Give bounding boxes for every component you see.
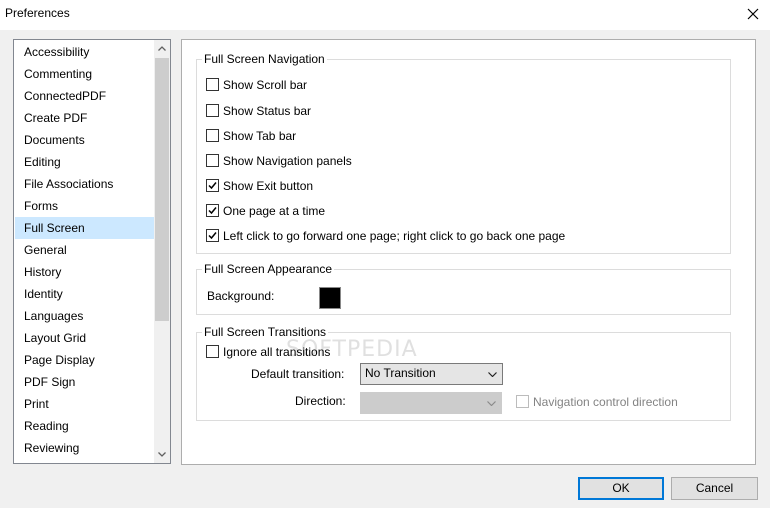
background-color-swatch[interactable]: [319, 287, 341, 309]
checkbox-box[interactable]: [206, 204, 219, 217]
sidebar-item-layout-grid[interactable]: Layout Grid: [15, 327, 155, 349]
scrollbar-thumb[interactable]: [155, 58, 169, 321]
checkbox-box[interactable]: [516, 395, 529, 408]
checkbox-box[interactable]: [206, 129, 219, 142]
sidebar-item-commenting[interactable]: Commenting: [15, 63, 155, 85]
close-button[interactable]: [740, 2, 766, 26]
sidebar-item-accessibility[interactable]: Accessibility: [15, 41, 155, 63]
nav-option-label: Show Tab bar: [223, 129, 297, 143]
nav-option-checkbox[interactable]: Show Scroll bar: [206, 76, 606, 94]
direction-label: Direction:: [295, 394, 346, 408]
checkmark-icon: [208, 232, 217, 240]
navigation-group-title: Full Screen Navigation: [202, 52, 327, 66]
nav-option-label: Show Scroll bar: [223, 78, 308, 92]
checkbox-box[interactable]: [206, 229, 219, 242]
category-list[interactable]: Accessibility Commenting ConnectedPDF Creat…: [13, 39, 171, 464]
sidebar-item-languages[interactable]: Languages: [15, 305, 155, 327]
direction-select[interactable]: [360, 392, 502, 414]
sidebar-item-reading[interactable]: Reading: [15, 415, 155, 437]
sidebar-item-connectedpdf[interactable]: ConnectedPDF: [15, 85, 155, 107]
sidebar-item-pdf-sign[interactable]: PDF Sign: [15, 371, 155, 393]
nav-option-label: Show Navigation panels: [223, 154, 352, 168]
nav-option-label: One page at a time: [223, 204, 326, 218]
sidebar-item-print[interactable]: Print: [15, 393, 155, 415]
default-transition-label: Default transition:: [251, 367, 345, 381]
sidebar-item-reviewing[interactable]: Reviewing: [15, 437, 155, 459]
nav-option-checkbox[interactable]: Show Exit button: [206, 177, 606, 195]
appearance-group-title: Full Screen Appearance: [202, 262, 335, 276]
checkbox-box[interactable]: [206, 78, 219, 91]
default-transition-select[interactable]: No Transition: [360, 363, 503, 385]
nav-option-checkbox[interactable]: Left click to go forward one page; right…: [206, 227, 606, 245]
sidebar-item-identity[interactable]: Identity: [15, 283, 155, 305]
nav-option-checkbox[interactable]: Show Status bar: [206, 102, 606, 120]
nav-option-label: Left click to go forward one page; right…: [223, 229, 566, 243]
checkbox-box[interactable]: [206, 154, 219, 167]
chevron-down-icon: [488, 372, 497, 377]
sidebar-item-documents[interactable]: Documents: [15, 129, 155, 151]
scroll-down-button[interactable]: [154, 446, 170, 463]
background-label: Background:: [207, 289, 275, 303]
cancel-button[interactable]: Cancel: [671, 477, 758, 500]
sidebar-item-general[interactable]: General: [15, 239, 155, 261]
chevron-down-icon: [487, 401, 496, 406]
nav-option-checkbox[interactable]: One page at a time: [206, 202, 606, 220]
navigation-control-direction-checkbox[interactable]: Navigation control direction: [516, 393, 696, 411]
sidebar-item-forms[interactable]: Forms: [15, 195, 155, 217]
default-transition-value: No Transition: [365, 366, 436, 380]
window-title: Preferences: [5, 6, 70, 20]
checkmark-icon: [208, 207, 217, 215]
nav-option-label: Show Exit button: [223, 179, 314, 193]
chevron-down-icon: [158, 452, 166, 457]
navigation-control-direction-label: Navigation control direction: [533, 395, 678, 409]
nav-option-checkbox[interactable]: Show Navigation panels: [206, 152, 606, 170]
sidebar-item-page-display[interactable]: Page Display: [15, 349, 155, 371]
title-bar: Preferences: [0, 0, 770, 30]
sidebar-item-editing[interactable]: Editing: [15, 151, 155, 173]
sidebar-item-full-screen[interactable]: Full Screen: [15, 217, 155, 239]
close-icon: [747, 8, 759, 20]
ignore-transitions-label: Ignore all transitions: [223, 345, 331, 359]
checkbox-box[interactable]: [206, 179, 219, 192]
ok-button[interactable]: OK: [578, 477, 664, 500]
sidebar-item-create-pdf[interactable]: Create PDF: [15, 107, 155, 129]
scroll-up-button[interactable]: [154, 40, 170, 57]
sidebar-item-history[interactable]: History: [15, 261, 155, 283]
chevron-up-icon: [158, 46, 166, 51]
nav-option-label: Show Status bar: [223, 104, 312, 118]
ignore-transitions-checkbox[interactable]: Ignore all transitions: [206, 343, 356, 361]
sidebar-item-file-associations[interactable]: File Associations: [15, 173, 155, 195]
nav-option-checkbox[interactable]: Show Tab bar: [206, 127, 606, 145]
checkmark-icon: [208, 182, 217, 190]
checkbox-box[interactable]: [206, 104, 219, 117]
checkbox-box[interactable]: [206, 345, 219, 358]
